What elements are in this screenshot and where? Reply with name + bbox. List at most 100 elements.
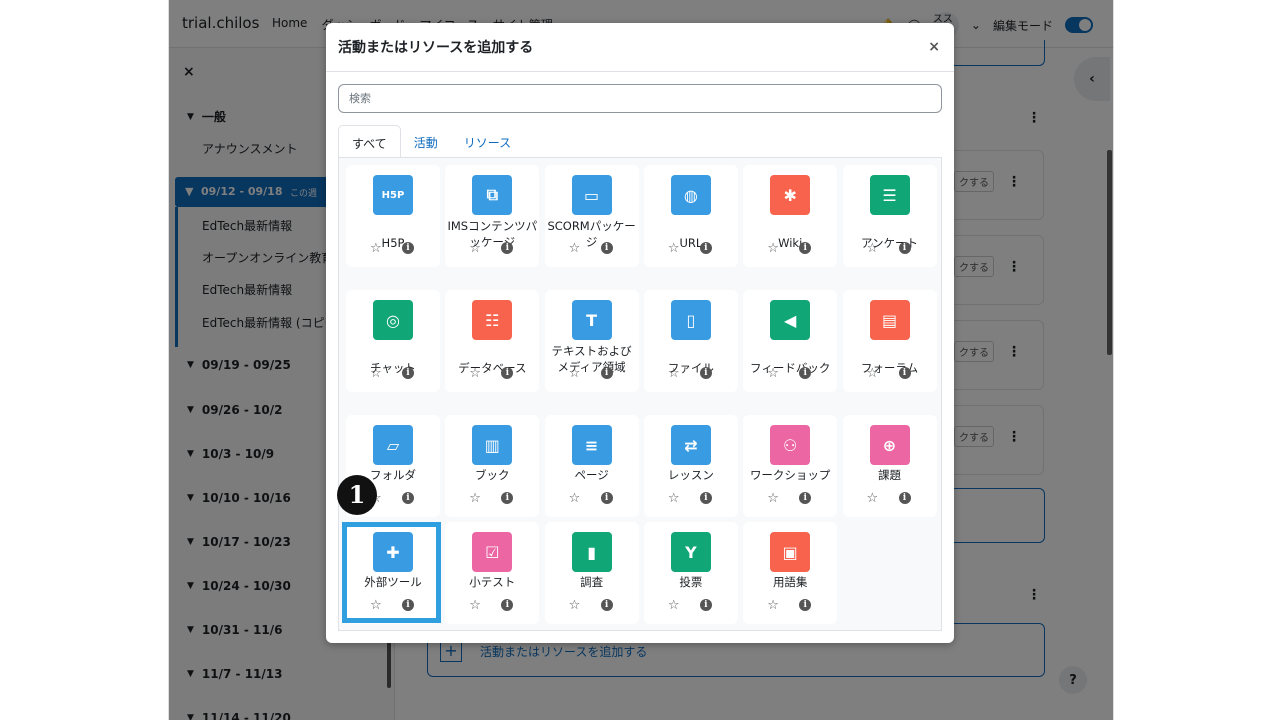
activity-label: Wiki — [778, 236, 803, 250]
close-icon[interactable]: × — [928, 39, 940, 55]
activity-tile[interactable]: ⊕ 課題 ☆ i — [842, 415, 937, 517]
info-icon[interactable]: i — [402, 492, 414, 504]
info-icon[interactable]: i — [898, 367, 911, 379]
star-icon[interactable]: ☆ — [767, 599, 779, 612]
info-icon[interactable]: i — [402, 367, 414, 379]
quiz-icon: ☑ — [472, 532, 513, 572]
star-icon[interactable]: ☆ — [767, 242, 779, 255]
activity-label: 投票 — [679, 575, 703, 589]
star-icon[interactable]: ☆ — [569, 492, 581, 505]
h5p-icon-glyph: H5P — [381, 189, 405, 201]
info-icon[interactable]: i — [799, 492, 812, 504]
info-icon[interactable]: i — [501, 242, 514, 254]
page-icon-glyph: ≡ — [584, 435, 599, 455]
activity-tile[interactable]: ☑ 小テスト ☆ i — [445, 522, 540, 624]
activity-tile[interactable]: ▭ SCORMパッケージ ☆ i — [544, 165, 639, 267]
info-icon[interactable]: i — [699, 599, 712, 611]
activity-label: URL — [679, 236, 703, 250]
questionnaire-icon-glyph: ☰ — [882, 185, 897, 205]
star-icon[interactable]: ☆ — [569, 242, 581, 255]
star-icon[interactable]: ☆ — [867, 242, 879, 255]
tab-all[interactable]: すべて — [338, 125, 401, 158]
star-icon[interactable]: ☆ — [767, 492, 779, 505]
activity-tile[interactable]: ▤ フォーラム ☆ i — [842, 290, 937, 392]
activity-tile[interactable]: ⧉ IMSコンテンツパッケージ ☆ i — [445, 165, 540, 267]
activity-tile[interactable]: ▣ 用語集 ☆ i — [743, 522, 838, 624]
ims-package-icon: ⧉ — [472, 175, 513, 215]
star-icon[interactable]: ☆ — [370, 242, 382, 255]
star-icon[interactable]: ☆ — [668, 599, 680, 612]
activity-label: 調査 — [580, 575, 604, 589]
quiz-icon-glyph: ☑ — [485, 542, 500, 562]
workshop-icon: ⚇ — [770, 425, 811, 465]
info-icon[interactable]: i — [699, 242, 712, 254]
star-icon[interactable]: ☆ — [469, 367, 481, 380]
star-icon[interactable]: ☆ — [867, 492, 879, 505]
search-input[interactable] — [338, 84, 942, 113]
activity-tile[interactable]: ☷ データベース ☆ i — [445, 290, 540, 392]
activity-label: 小テスト — [469, 575, 516, 589]
star-icon[interactable]: ☆ — [469, 599, 481, 612]
star-icon[interactable]: ☆ — [370, 367, 382, 380]
survey-icon: ▮ — [571, 532, 612, 572]
forum-icon-glyph: ▤ — [881, 310, 898, 330]
activity-label: レッスン — [667, 468, 714, 482]
tab-resources[interactable]: リソース — [451, 125, 524, 158]
star-icon[interactable]: ☆ — [668, 492, 680, 505]
info-icon[interactable]: i — [600, 492, 613, 504]
activity-label: 課題 — [878, 468, 901, 482]
star-icon[interactable]: ☆ — [668, 242, 680, 255]
info-icon[interactable]: i — [402, 242, 414, 254]
scorm-package-icon: ▭ — [571, 175, 612, 215]
info-icon[interactable]: i — [699, 492, 712, 504]
activity-tile[interactable]: ◍ URL ☆ i — [643, 165, 738, 267]
glossary-icon-glyph: ▣ — [782, 542, 798, 562]
activity-tile[interactable]: T テキストおよびメディア領域 ☆ i — [544, 290, 639, 392]
info-icon[interactable]: i — [501, 492, 514, 504]
wiki-icon: ✱ — [770, 175, 811, 215]
activity-tile[interactable]: ☰ アンケート ☆ i — [842, 165, 937, 267]
activity-tile[interactable]: ▥ ブック ☆ i — [445, 415, 540, 517]
megaphone-icon: ◀ — [770, 300, 811, 340]
info-icon[interactable]: i — [501, 599, 514, 611]
info-icon[interactable]: i — [799, 242, 812, 254]
activity-label: データベース — [458, 361, 527, 375]
info-icon[interactable]: i — [600, 242, 613, 254]
tab-activities[interactable]: 活動 — [401, 125, 451, 158]
info-icon[interactable]: i — [501, 367, 514, 379]
database-icon: ☷ — [472, 300, 513, 340]
star-icon[interactable]: ☆ — [469, 242, 481, 255]
activity-label: IMSコンテンツパッケージ — [447, 219, 538, 249]
activity-tile[interactable]: ◎ チャット ☆ i — [346, 290, 440, 392]
info-icon[interactable]: i — [699, 367, 712, 379]
activity-tile[interactable]: ≡ ページ ☆ i — [544, 415, 639, 517]
info-icon[interactable]: i — [799, 599, 812, 611]
activity-tile[interactable]: ⇄ レッスン ☆ i — [643, 415, 738, 517]
star-icon[interactable]: ☆ — [867, 367, 879, 380]
globe-icon-glyph: ◍ — [683, 185, 698, 205]
choice-icon-glyph: Y — [685, 542, 697, 562]
star-icon[interactable]: ☆ — [569, 599, 581, 612]
star-icon[interactable]: ☆ — [668, 367, 680, 380]
info-icon[interactable]: i — [799, 367, 812, 379]
info-icon[interactable]: i — [898, 492, 911, 504]
activity-tile[interactable]: ⚇ ワークショップ ☆ i — [743, 415, 838, 517]
chooser-tabs: すべて 活動 リソース — [338, 125, 942, 158]
activity-tile[interactable]: ▮ 調査 ☆ i — [544, 522, 639, 624]
activity-tile[interactable]: H5P H5P ☆ i — [346, 165, 440, 267]
info-icon[interactable]: i — [898, 242, 911, 254]
info-icon[interactable]: i — [600, 599, 613, 611]
activity-tile[interactable]: Y 投票 ☆ i — [643, 522, 738, 624]
activity-label: フォーラム — [860, 361, 919, 375]
star-icon[interactable]: ☆ — [469, 492, 481, 505]
activity-tile[interactable]: ▯ ファイル ☆ i — [643, 290, 738, 392]
activity-tile[interactable]: ✱ Wiki ☆ i — [743, 165, 838, 267]
folder-icon-glyph: ▱ — [386, 435, 400, 455]
star-icon[interactable]: ☆ — [767, 367, 779, 380]
info-icon[interactable]: i — [600, 367, 613, 379]
forum-icon: ▤ — [869, 300, 910, 340]
activity-tile[interactable]: ◀ フィードバック ☆ i — [743, 290, 838, 392]
workshop-icon-glyph: ⚇ — [783, 435, 798, 455]
activity-label: SCORMパッケージ — [547, 219, 636, 249]
star-icon[interactable]: ☆ — [569, 367, 581, 380]
